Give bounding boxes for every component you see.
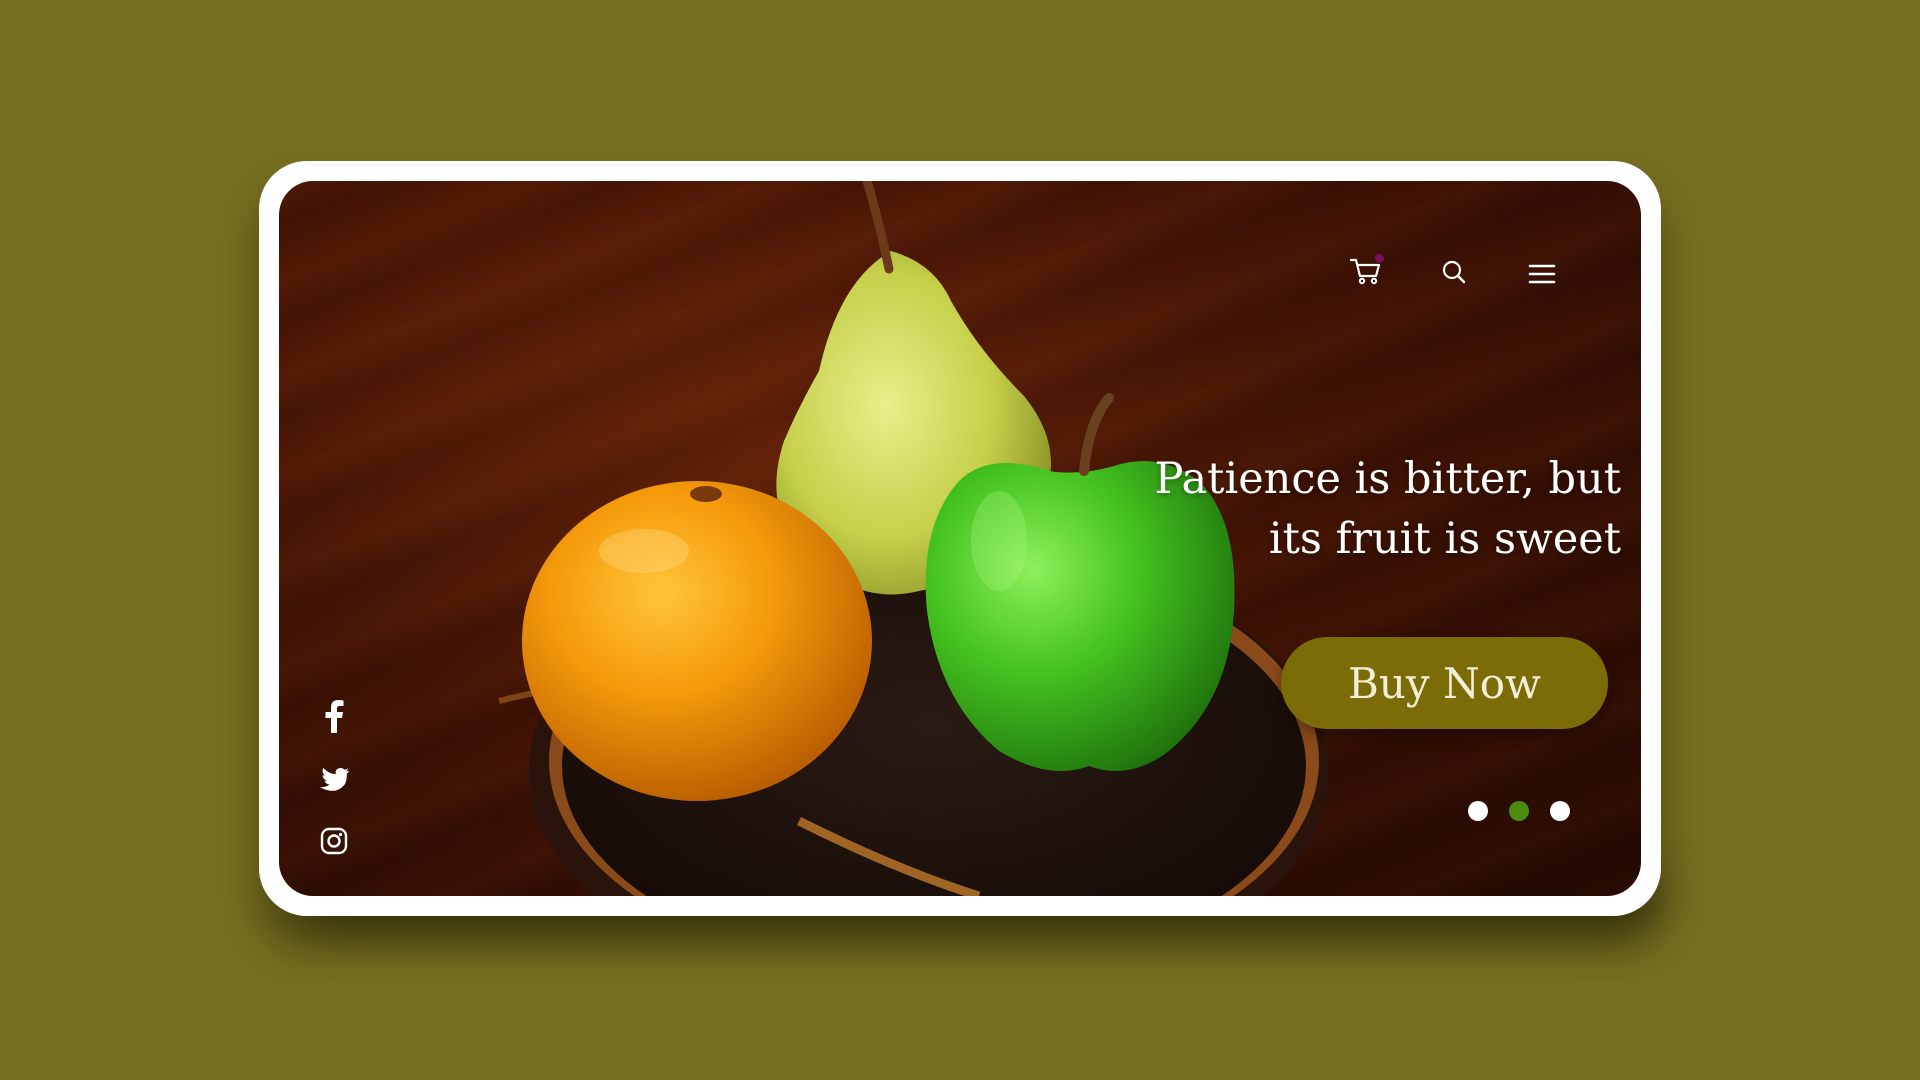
hero-card: Patience is bitter, but its fruit is swe… <box>259 161 1661 916</box>
hero-banner: Patience is bitter, but its fruit is swe… <box>279 181 1641 896</box>
twitter-icon <box>320 767 349 791</box>
buy-now-button[interactable]: Buy Now <box>1281 637 1608 729</box>
carousel-dot-1[interactable] <box>1468 801 1488 821</box>
carousel-dot-3[interactable] <box>1550 801 1570 821</box>
facebook-icon <box>325 700 344 733</box>
search-icon[interactable] <box>1437 255 1471 289</box>
hero-headline: Patience is bitter, but its fruit is swe… <box>1061 449 1621 569</box>
carousel-dot-2-active[interactable] <box>1509 801 1529 821</box>
facebook-link[interactable] <box>317 699 351 733</box>
instagram-link[interactable] <box>317 824 351 858</box>
menu-icon[interactable] <box>1525 257 1559 291</box>
carousel-indicator <box>1468 801 1570 821</box>
headline-line-2: its fruit is sweet <box>1268 514 1621 564</box>
cart-badge <box>1375 254 1384 263</box>
twitter-link[interactable] <box>317 763 351 797</box>
instagram-icon <box>320 827 348 855</box>
headline-line-1: Patience is bitter, but <box>1154 454 1621 504</box>
